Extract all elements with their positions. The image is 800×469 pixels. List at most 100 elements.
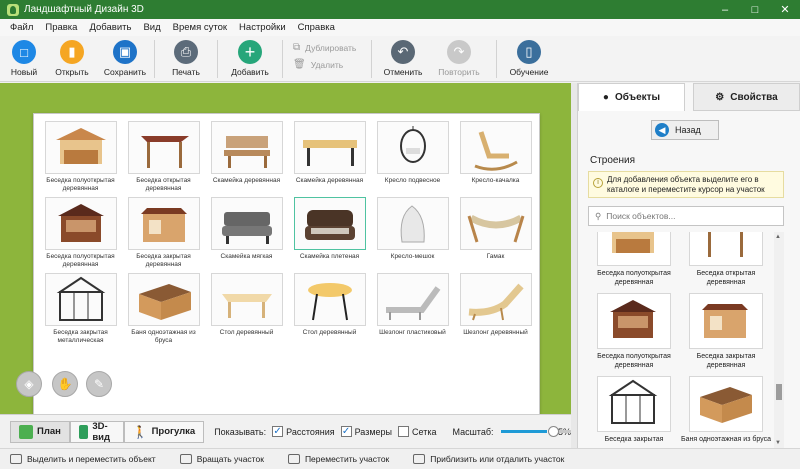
object-list-item[interactable]: Беседка полуоткрытая деревянная [588,232,680,287]
catalog-item-label: Беседка закрытая металлическая [53,329,108,344]
show-label: Показывать: [214,426,267,437]
status-rotate[interactable]: Вращать участок [179,454,264,464]
search-input[interactable]: ⚲ Поиск объектов... [588,206,784,226]
catalog-item[interactable]: Гамак [454,197,537,269]
sizes-checkbox[interactable]: ✓ Размеры [340,426,392,437]
gazebo-closed-icon [127,197,200,250]
redo-button[interactable]: ↷ Повторить [434,36,484,77]
menu-time[interactable]: Время суток [167,22,233,33]
arrow-left-icon: ◀ [655,123,669,137]
scroll-thumb[interactable] [776,384,782,400]
gazebo-open-icon [44,121,117,174]
menu-file[interactable]: Файл [4,22,39,33]
object-list-label: Беседка полуоткрытая деревянная [597,353,671,369]
search-icon: ⚲ [595,210,602,221]
status-move[interactable]: Переместить участок [287,454,389,464]
catalog-item[interactable]: Шезлонг пластиковый [371,273,454,345]
object-list-item[interactable]: Беседка закрытая деревянная [680,293,772,370]
catalog-item-label: Скамейка мягкая [220,253,273,260]
scroll-up-icon[interactable]: ▲ [775,234,781,240]
soft-bench-icon [210,197,283,250]
minimize-icon[interactable]: – [710,0,740,19]
mouse-icon [10,454,22,464]
object-list-item[interactable]: Баня одноэтажная из бруса [680,376,772,448]
grid-checkbox[interactable]: Сетка [398,426,436,437]
maximize-icon[interactable]: □ [740,0,770,19]
save-button[interactable]: ▣ Сохранить [96,36,154,77]
menu-help[interactable]: Справка [292,22,341,33]
print-button[interactable]: ⎙ Печать [155,36,217,77]
new-button[interactable]: □ Новый [0,36,48,77]
objects-icon: ● [602,92,609,103]
object-list-item[interactable]: Беседка полуоткрытая деревянная [588,293,680,370]
catalog-grid: Беседка полуоткрытая деревянная Беседка о… [39,121,537,345]
learn-button[interactable]: ▯ Обучение [497,36,561,77]
status-zoom[interactable]: Приблизить или отдалить участок [413,454,564,464]
info-icon: i [593,178,603,188]
catalog-item-label: Гамак [486,253,505,260]
app-logo-icon [7,3,19,16]
object-grid: Беседка полуоткрытая деревянная Беседка о… [588,232,772,448]
distances-checkbox[interactable]: ✓ Расстояния [272,426,335,437]
layers-icon[interactable]: ◈ [16,371,42,397]
catalog-item[interactable]: Кресло-мешок [371,197,454,269]
scale-slider[interactable] [501,426,572,437]
catalog-item[interactable]: Стол деревянный [288,273,371,345]
scroll-down-icon[interactable]: ▼ [775,440,781,446]
add-button[interactable]: + Добавить [218,36,282,77]
object-list-label: Беседка закрытая деревянная [696,353,756,369]
section-title: Строения [590,155,636,166]
plan-view-button[interactable]: План [10,420,70,443]
metal-gazebo-icon [44,273,117,326]
object-list-item[interactable]: Беседка открытая деревянная [680,232,772,287]
open-button[interactable]: ▮ Открыть [48,36,96,77]
catalog-item[interactable]: Беседка полуоткрытая деревянная [39,121,122,193]
hand-icon[interactable]: ✋ [52,371,78,397]
mouse-icon [413,454,426,464]
catalog-item[interactable]: Беседка полуоткрытая деревянная [39,197,122,269]
catalog-item[interactable]: Беседка открытая деревянная [122,121,205,193]
catalog-item[interactable]: Скамейка мягкая [205,197,288,269]
duplicate-button[interactable]: ⧉ Дублировать [293,42,371,53]
object-thumbnail [597,376,671,432]
tab-objects[interactable]: ● Объекты [578,83,685,111]
3d-view-button[interactable]: 3D-вид [69,420,124,443]
back-button[interactable]: ◀ Назад [651,120,719,140]
round-table-icon [293,273,366,326]
scale-label: Масштаб: [452,426,494,437]
close-icon[interactable]: ✕ [770,0,800,19]
catalog-item[interactable]: Баня одноэтажная из бруса [122,273,205,345]
folder-icon: ▮ [60,40,84,64]
undo-icon: ↶ [391,40,415,64]
catalog-item[interactable]: Стол деревянный [205,273,288,345]
catalog-item-label: Стол деревянный [302,329,357,336]
ruler-icon[interactable]: ✎ [86,371,112,397]
catalog-item[interactable]: Беседка закрытая металлическая [39,273,122,345]
menu-edit[interactable]: Правка [39,22,83,33]
object-thumbnail [689,376,763,432]
catalog-item[interactable]: Беседка закрытая деревянная [122,197,205,269]
wooden-lounger-icon [459,273,532,326]
sauna-icon [127,273,200,326]
view-bar: План 3D-вид 🚶 Прогулка Показывать: ✓ Расс… [0,414,572,448]
object-list-item[interactable]: Беседка закрытая [588,376,680,448]
status-select[interactable]: Выделить и переместить объект [10,454,156,464]
menu-add[interactable]: Добавить [83,22,137,33]
tab-properties[interactable]: ⚙ Свойства [693,83,800,111]
catalog-item[interactable]: Скамейка деревянная [205,121,288,193]
catalog-item[interactable]: Скамейка плетеная [288,197,371,269]
scrollbar[interactable]: ▲ ▼ [774,232,784,448]
duplicate-icon: ⧉ [293,42,301,53]
catalog-item[interactable]: Кресло-качалка [454,121,537,193]
undo-button[interactable]: ↶ Отменить [372,36,434,77]
delete-button[interactable]: 🗑 Удалить [293,59,371,70]
catalog-item-label: Кресло-качалка [471,177,520,184]
menu-settings[interactable]: Настройки [233,22,292,33]
menu-view[interactable]: Вид [137,22,166,33]
catalog-item[interactable]: Скамейка деревянная [288,121,371,193]
catalog-item[interactable]: Шезлонг деревянный [454,273,537,345]
walk-view-button[interactable]: 🚶 Прогулка [123,420,205,443]
catalog-item[interactable]: Кресло подвесное [371,121,454,193]
pergola-icon [127,121,200,174]
plot-canvas[interactable]: Беседка полуоткрытая деревянная Беседка о… [0,83,571,435]
